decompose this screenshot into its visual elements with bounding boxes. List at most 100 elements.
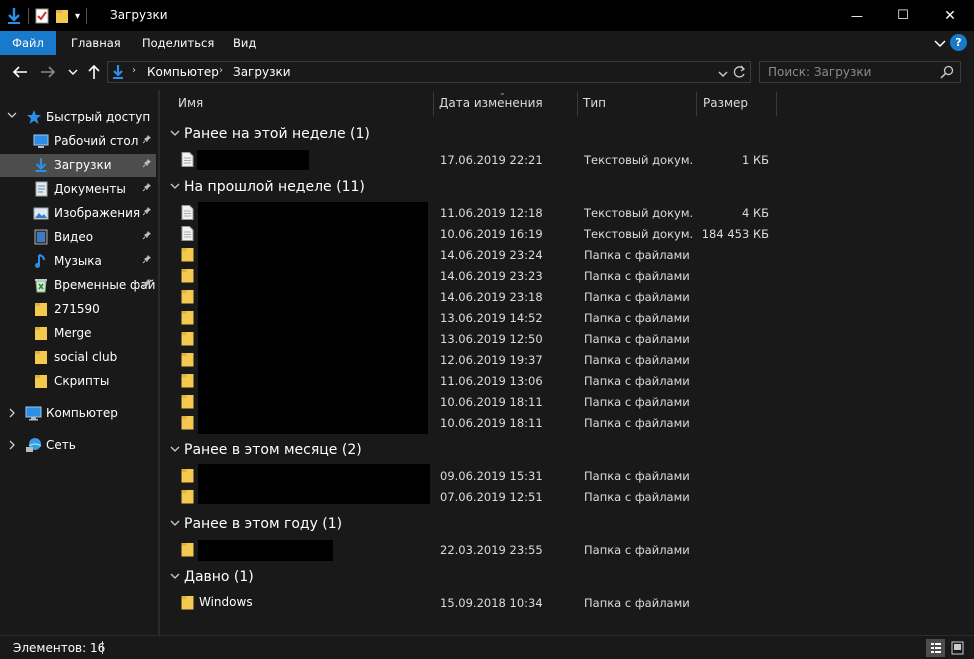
file-date: 07.06.2019 12:51 (440, 490, 543, 504)
column-header-name[interactable]: Имя (178, 90, 203, 116)
folder-icon (33, 349, 49, 365)
chevron-down-icon[interactable] (170, 572, 182, 583)
file-date: 14.06.2019 23:23 (440, 269, 543, 283)
sidebar-item-4[interactable]: Изображения (0, 202, 156, 225)
sidebar-item-label: Изображения (54, 206, 141, 220)
sidebar-item-label: Скрипты (54, 374, 110, 388)
music-icon (33, 253, 49, 269)
sidebar-item-10[interactable]: social club (0, 346, 156, 369)
column-divider[interactable] (433, 92, 434, 116)
up-button[interactable] (85, 63, 103, 81)
sidebar-item-7[interactable]: Временные фай (0, 274, 156, 297)
address-bar[interactable]: › Компьютер › Загрузки (107, 61, 751, 83)
refresh-icon[interactable] (733, 65, 746, 82)
close-button[interactable]: ✕ (926, 0, 974, 31)
pin-icon[interactable] (142, 182, 152, 195)
navigation-bar: › Компьютер › Загрузки Поиск: Загрузки (0, 55, 974, 90)
tab-file[interactable]: Файл (0, 31, 56, 55)
file-date: 17.06.2019 22:21 (440, 153, 543, 167)
column-divider[interactable] (696, 92, 697, 116)
group-header[interactable]: Ранее в этом году (1) (170, 514, 342, 534)
file-type: Текстовый докум... (584, 206, 692, 220)
properties-icon[interactable] (35, 8, 49, 24)
file-list: ⌄ Имя Дата изменения Тип Размер Ранее на… (160, 88, 974, 635)
download-icon[interactable] (6, 7, 22, 25)
large-icons-view-button[interactable] (948, 639, 967, 657)
pictures-icon (33, 205, 49, 221)
group-header[interactable]: Ранее в этом месяце (2) (170, 440, 362, 460)
pin-icon[interactable] (142, 254, 152, 267)
search-box[interactable]: Поиск: Загрузки (759, 61, 961, 83)
quick-access-toolbar: ▾ (6, 5, 88, 27)
new-folder-icon[interactable] (55, 8, 69, 24)
tab-share[interactable]: Поделиться (142, 31, 214, 55)
toolbar-separator (86, 8, 88, 24)
pin-icon[interactable] (142, 158, 152, 171)
forward-button[interactable] (39, 63, 57, 81)
column-divider[interactable] (776, 92, 777, 116)
file-date: 22.03.2019 23:55 (440, 543, 543, 557)
search-icon[interactable] (940, 65, 954, 82)
breadcrumb-computer[interactable]: Компьютер (147, 65, 219, 79)
minimize-button[interactable]: — (834, 0, 880, 31)
column-divider[interactable] (577, 92, 578, 116)
file-type: Текстовый докум... (584, 227, 692, 241)
sidebar-item-6[interactable]: Музыка (0, 250, 156, 273)
sidebar-item-network[interactable]: Сеть (0, 434, 156, 457)
column-header-date[interactable]: Дата изменения (439, 90, 543, 116)
file-type: Папка с файлами (584, 353, 690, 367)
folder-icon (181, 415, 194, 430)
file-date: 14.06.2019 23:18 (440, 290, 543, 304)
sidebar-item-computer[interactable]: Компьютер (0, 402, 156, 425)
details-view-button[interactable] (926, 639, 945, 657)
sidebar-item-label: Временные фай (54, 278, 156, 292)
group-header[interactable]: На прошлой неделе (11) (170, 177, 365, 197)
file-row[interactable]: Windows 15.09.2018 10:34 Папка с файлами (160, 592, 974, 613)
chevron-down-icon[interactable] (170, 519, 182, 530)
chevron-down-icon[interactable] (170, 129, 182, 140)
chevron-down-icon[interactable] (170, 182, 182, 193)
chevron-down-icon[interactable] (170, 445, 182, 456)
sidebar-item-3[interactable]: Документы (0, 178, 156, 201)
file-type: Папка с файлами (584, 543, 690, 557)
column-header-type[interactable]: Тип (583, 90, 606, 116)
pin-icon[interactable] (142, 278, 152, 291)
sidebar-item-label: social club (54, 350, 118, 364)
group-header[interactable]: Ранее на этой неделе (1) (170, 124, 370, 144)
tab-home[interactable]: Главная (71, 31, 121, 55)
help-icon[interactable]: ? (950, 34, 967, 51)
group-title: Ранее в этом месяце (2) (184, 442, 362, 458)
expand-ribbon-icon[interactable] (934, 37, 946, 51)
sidebar-item-label: Загрузки (54, 158, 112, 172)
address-dropdown-icon[interactable] (718, 67, 728, 81)
pin-icon[interactable] (142, 206, 152, 219)
column-header-size[interactable]: Размер (703, 90, 748, 116)
desktop-icon (33, 133, 49, 149)
pin-icon[interactable] (142, 230, 152, 243)
tab-view[interactable]: Вид (233, 31, 256, 55)
sidebar-item-9[interactable]: Merge (0, 322, 156, 345)
file-type: Папка с файлами (584, 596, 690, 610)
text-file-icon (181, 205, 194, 220)
maximize-button[interactable]: ☐ (880, 0, 926, 31)
sidebar-item-5[interactable]: Видео (0, 226, 156, 249)
pin-icon[interactable] (142, 134, 152, 147)
sidebar-item-quick-access[interactable]: Быстрый доступ (0, 106, 156, 129)
window-title: Загрузки (110, 8, 168, 22)
breadcrumb-downloads[interactable]: Загрузки (233, 65, 291, 79)
sidebar-item-label: Быстрый доступ (46, 110, 151, 124)
group-header[interactable]: Давно (1) (170, 567, 254, 587)
customize-toolbar-icon[interactable]: ▾ (75, 11, 80, 22)
sidebar-item-11[interactable]: Скрипты (0, 370, 156, 393)
file-date: 09.06.2019 15:31 (440, 469, 543, 483)
search-input[interactable]: Поиск: Загрузки (768, 65, 871, 79)
documents-icon (33, 181, 49, 197)
back-button[interactable] (11, 63, 29, 81)
folder-icon (33, 325, 49, 341)
recent-locations-button[interactable] (64, 63, 82, 81)
sidebar-item-1[interactable]: Рабочий стол (0, 130, 156, 153)
sidebar-item-8[interactable]: 271590 (0, 298, 156, 321)
sidebar-item-label: Merge (54, 326, 92, 340)
sidebar-item-2[interactable]: Загрузки (0, 154, 156, 177)
redacted-name (198, 464, 430, 504)
